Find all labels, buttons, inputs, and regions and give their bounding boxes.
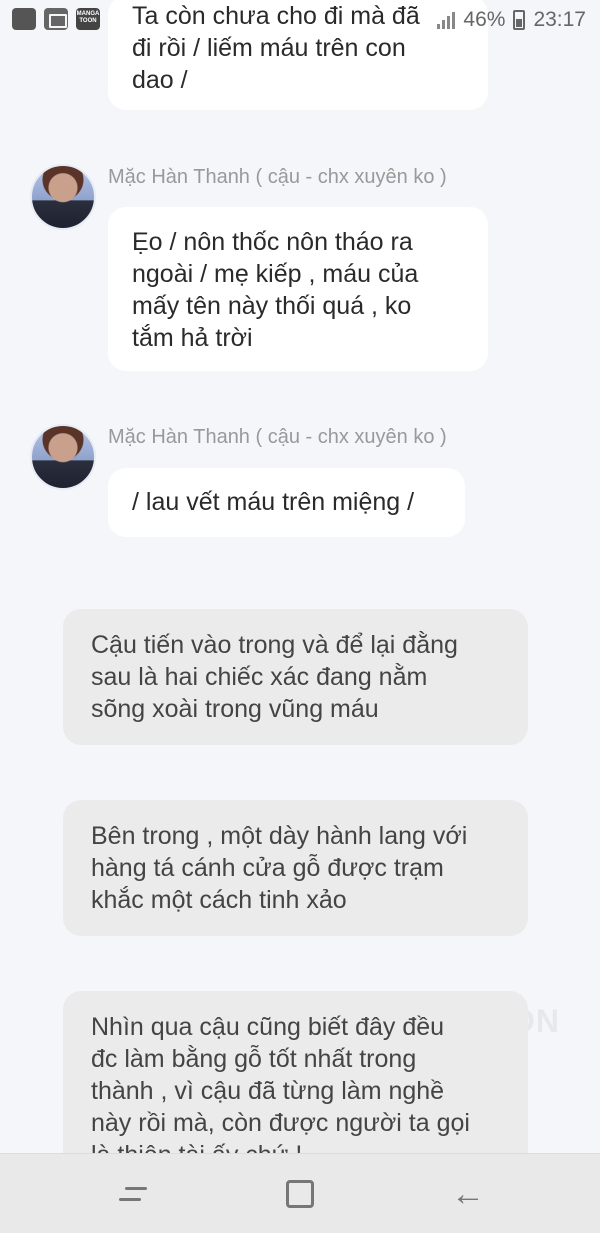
home-icon (286, 1180, 314, 1208)
message-line: Ta còn chưa cho đi mà đã (132, 2, 420, 30)
avatar[interactable] (30, 424, 96, 490)
narration-box: Bên trong , một dày hành lang với hàng t… (63, 800, 528, 936)
narration-line: thành , vì cậu đã từng làm nghề (91, 1077, 445, 1105)
narration-box: Cậu tiến vào trong và để lại đằng sau là… (63, 609, 528, 745)
message-line: đi rồi / liếm máu trên con (132, 34, 406, 62)
message-line: ngoài / mẹ kiếp , máu của (132, 260, 419, 288)
message-bubble: Ẹo / nôn thốc nôn tháo ra ngoài / mẹ kiế… (108, 207, 488, 371)
narration-line: sau là hai chiếc xác đang nằm (91, 663, 428, 691)
message-line: Ẹo / nôn thốc nôn tháo ra (132, 228, 413, 256)
message-line: tắm hả trời (132, 324, 253, 352)
narration-line: hàng tá cánh cửa gỗ được trạm (91, 854, 444, 882)
back-icon: ← (451, 1175, 485, 1213)
recent-apps-icon (119, 1184, 147, 1204)
message-line: mấy tên này thối quá , ko (132, 292, 412, 320)
message-bubble: Ta còn chưa cho đi mà đã đi rồi / liếm m… (108, 0, 488, 110)
narration-line: Nhìn qua cậu cũng biết đây đều (91, 1013, 445, 1041)
sender-name: Mặc Hàn Thanh ( cậu - chx xuyên ko ) (108, 166, 447, 188)
navigation-bar: ← (0, 1153, 600, 1233)
mangatoon-icon: MANGA TOON (76, 8, 100, 30)
narration-line: Bên trong , một dày hành lang với (91, 822, 468, 850)
narration-line: này rồi mà, còn được người ta gọi (91, 1109, 470, 1137)
home-button[interactable] (275, 1174, 325, 1214)
message-line: dao / (132, 66, 188, 94)
clock: 23:17 (533, 8, 586, 31)
recent-apps-button[interactable] (108, 1174, 158, 1214)
avatar[interactable] (30, 164, 96, 230)
message-line: / lau vết máu trên miệng / (132, 488, 415, 516)
notification-icon (12, 8, 36, 30)
back-button[interactable]: ← (443, 1174, 493, 1214)
sender-name: Mặc Hàn Thanh ( cậu - chx xuyên ko ) (108, 426, 447, 448)
message-bubble: / lau vết máu trên miệng / (108, 468, 465, 537)
gallery-icon (44, 8, 68, 30)
narration-line: Cậu tiến vào trong và để lại đằng (91, 631, 458, 659)
narration-line: khắc một cách tinh xảo (91, 886, 347, 914)
battery-icon (513, 10, 526, 30)
narration-line: sõng xoài trong vũng máu (91, 695, 379, 723)
narration-line: đc làm bằng gỗ tốt nhất trong (91, 1045, 417, 1073)
